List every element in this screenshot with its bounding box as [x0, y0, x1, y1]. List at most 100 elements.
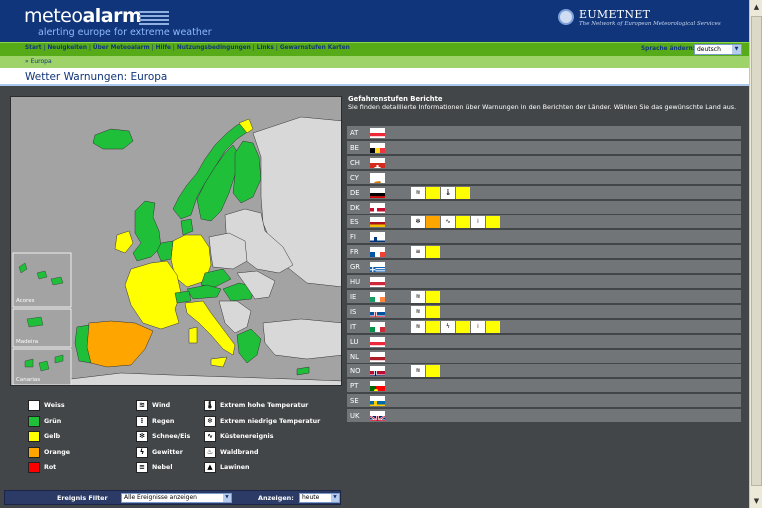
- eumetnet-globe-icon[interactable]: [558, 9, 574, 25]
- rain-icon[interactable]: ⁞: [471, 320, 485, 333]
- country-code[interactable]: DE: [350, 188, 368, 198]
- warning-level-box[interactable]: [426, 305, 440, 318]
- wind-icon[interactable]: ≋: [411, 365, 425, 378]
- iceland-flag[interactable]: [370, 306, 385, 317]
- warning-level-box[interactable]: [456, 186, 470, 199]
- fog-icon[interactable]: ≡: [411, 246, 425, 259]
- warning-level-box[interactable]: [426, 320, 440, 333]
- breadcrumb[interactable]: » Europa: [25, 58, 52, 65]
- country-row-dk[interactable]: DK: [347, 200, 741, 215]
- partner-name[interactable]: EUMETNET: [579, 8, 650, 21]
- event-filter-select[interactable]: Alle Ereignisse anzeigen ▼: [121, 493, 232, 503]
- warning-level-box[interactable]: [426, 216, 440, 229]
- country-code[interactable]: PT: [350, 381, 368, 391]
- warning-level-box[interactable]: [426, 290, 440, 303]
- country-code[interactable]: GR: [350, 262, 368, 272]
- warning-level-box[interactable]: [426, 365, 440, 378]
- wind-icon[interactable]: ≋: [411, 290, 425, 303]
- country-code[interactable]: AT: [350, 128, 368, 138]
- country-code[interactable]: NL: [350, 352, 368, 362]
- high-temp-icon[interactable]: 🌡: [441, 186, 455, 199]
- country-code[interactable]: IS: [350, 307, 368, 317]
- country-code[interactable]: IT: [350, 322, 368, 332]
- chevron-down-icon[interactable]: ▼: [223, 494, 231, 502]
- nav-link[interactable]: Nutzungsbedingungen: [177, 45, 251, 51]
- country-code[interactable]: NO: [350, 366, 368, 376]
- nav-link[interactable]: Neuigkeiten: [47, 45, 87, 51]
- ireland-flag[interactable]: [370, 291, 385, 302]
- country-row-gr[interactable]: GR: [347, 260, 741, 275]
- wind-icon[interactable]: ≋: [411, 305, 425, 318]
- nav-link[interactable]: Start: [25, 45, 42, 51]
- snow-ice-icon[interactable]: ✻: [411, 216, 425, 229]
- scroll-up-arrow-icon[interactable]: ▲: [751, 1, 762, 13]
- country-code[interactable]: ES: [350, 217, 368, 227]
- country-code[interactable]: BE: [350, 143, 368, 153]
- luxembourg-flag[interactable]: [370, 336, 385, 347]
- warning-level-box[interactable]: [486, 320, 500, 333]
- warning-level-box[interactable]: [456, 320, 470, 333]
- country-code[interactable]: HU: [350, 277, 368, 287]
- country-row-it[interactable]: IT ≋ ϟ ⁞: [347, 319, 741, 334]
- nav-link[interactable]: Über Meteoalarm: [93, 45, 150, 51]
- greece-flag[interactable]: [370, 262, 385, 273]
- wind-icon[interactable]: ≋: [411, 320, 425, 333]
- country-row-se[interactable]: SE: [347, 394, 741, 409]
- country-row-fi[interactable]: FI: [347, 230, 741, 245]
- austria-flag[interactable]: [370, 128, 385, 138]
- chevron-down-icon[interactable]: ▼: [331, 494, 339, 502]
- country-code[interactable]: FI: [350, 232, 368, 242]
- language-select[interactable]: deutsch ▼: [694, 44, 742, 55]
- country-row-no[interactable]: NO ≋: [347, 364, 741, 379]
- country-row-lu[interactable]: LU: [347, 334, 741, 349]
- map-svg[interactable]: Acores Madeira Canarias: [11, 97, 342, 386]
- cyprus-flag[interactable]: [370, 172, 385, 183]
- finland-flag[interactable]: [370, 232, 385, 243]
- italy-flag[interactable]: [370, 321, 385, 332]
- country-code[interactable]: IE: [350, 292, 368, 302]
- rain-icon[interactable]: ⁞: [471, 216, 485, 229]
- chevron-down-icon[interactable]: ▼: [732, 45, 741, 54]
- scroll-down-arrow-icon[interactable]: ▼: [751, 495, 762, 507]
- country-row-ch[interactable]: CH: [347, 155, 741, 170]
- country-row-be[interactable]: BE: [347, 140, 741, 155]
- country-row-hu[interactable]: HU: [347, 275, 741, 289]
- germany-flag[interactable]: [370, 187, 385, 198]
- show-select[interactable]: heute ▼: [299, 493, 340, 503]
- country-row-uk[interactable]: UK: [347, 409, 741, 424]
- country-row-fr[interactable]: FR ≡: [347, 245, 741, 260]
- nav-link[interactable]: Gewarnstufen Karten: [280, 45, 350, 51]
- country-row-de[interactable]: DE ≋ 🌡: [347, 185, 741, 200]
- norway-flag[interactable]: [370, 366, 385, 377]
- country-row-pt[interactable]: PT: [347, 379, 741, 394]
- country-code[interactable]: DK: [350, 203, 368, 213]
- spain-flag[interactable]: [370, 217, 385, 228]
- country-code[interactable]: UK: [350, 411, 368, 421]
- denmark-flag[interactable]: [370, 202, 385, 213]
- country-code[interactable]: CY: [350, 173, 368, 183]
- switzerland-flag[interactable]: [370, 157, 385, 168]
- country-code[interactable]: CH: [350, 158, 368, 168]
- country-row-es[interactable]: ES ✻ ∿ ⁞: [347, 215, 741, 230]
- country-row-ie[interactable]: IE ≋: [347, 289, 741, 304]
- coastal-icon[interactable]: ∿: [441, 216, 455, 229]
- country-code[interactable]: LU: [350, 337, 368, 347]
- sweden-flag[interactable]: [370, 396, 385, 407]
- portugal-flag[interactable]: [370, 381, 385, 392]
- wind-icon[interactable]: ≋: [411, 186, 425, 199]
- country-row-nl[interactable]: NL: [347, 349, 741, 364]
- meteoalarm-logo[interactable]: meteoalarm: [24, 5, 142, 27]
- nav-link[interactable]: Hilfe: [156, 45, 171, 51]
- belgium-flag[interactable]: [370, 142, 385, 153]
- country-code[interactable]: SE: [350, 396, 368, 406]
- uk-flag[interactable]: [370, 411, 385, 422]
- country-code[interactable]: FR: [350, 247, 368, 257]
- warning-level-box[interactable]: [486, 216, 500, 229]
- scroll-thumb[interactable]: [751, 16, 762, 486]
- warning-level-box[interactable]: [426, 246, 440, 259]
- thunderstorm-icon[interactable]: ϟ: [441, 320, 455, 333]
- europe-warning-map[interactable]: Acores Madeira Canarias: [10, 96, 342, 386]
- warning-level-box[interactable]: [456, 216, 470, 229]
- france-flag[interactable]: [370, 247, 385, 258]
- country-row-cy[interactable]: CY: [347, 170, 741, 185]
